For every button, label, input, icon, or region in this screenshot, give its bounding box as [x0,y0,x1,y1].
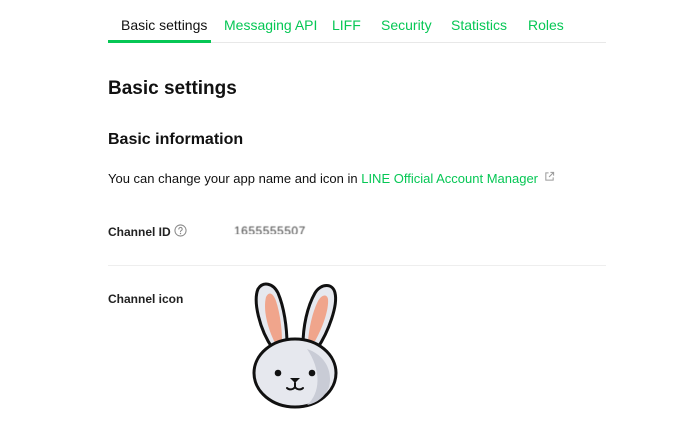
tab-bar: Basic settings Messaging API LIFF Securi… [108,0,606,43]
tab-statistics[interactable]: Statistics [451,17,507,34]
channel-icon-label: Channel icon [108,292,184,306]
section-title: Basic information [108,131,244,148]
channel-id-label: Channel ID [108,225,171,239]
tab-roles[interactable]: Roles [528,17,564,34]
description-text: You can change your app name and icon in [108,171,362,186]
active-tab-indicator [108,40,211,43]
tab-liff[interactable]: LIFF [332,17,361,34]
page-title: Basic settings [108,78,237,99]
rabbit-icon [252,282,338,409]
tab-basic-settings[interactable]: Basic settings [121,17,207,34]
question-circle-icon[interactable] [174,224,187,237]
tab-messaging-api[interactable]: Messaging API [224,17,317,34]
external-link-icon[interactable] [544,171,555,182]
channel-id-value: 1655555507 [234,224,306,238]
divider [108,265,606,266]
section-description: You can change your app name and icon in… [108,171,555,187]
tab-security[interactable]: Security [381,17,432,34]
line-official-account-manager-link[interactable]: LINE Official Account Manager [361,171,538,186]
